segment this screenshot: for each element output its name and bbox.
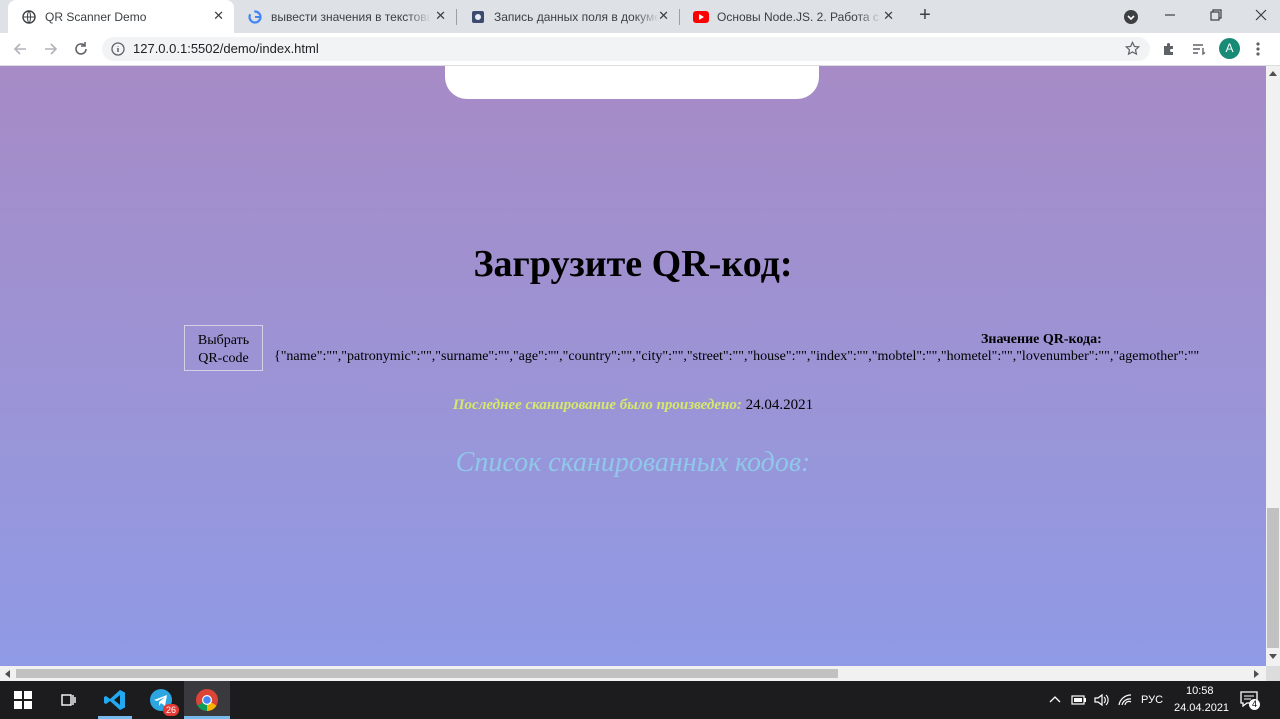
profile-avatar[interactable]: A — [1219, 38, 1240, 59]
page-content: Загрузите QR-код: Выбрать QR-code Значен… — [0, 66, 1266, 666]
extensions-button[interactable] — [1161, 41, 1177, 62]
site-info-icon[interactable] — [111, 42, 125, 61]
chrome-taskbar-button[interactable] — [184, 681, 230, 719]
windows-logo-icon — [14, 691, 32, 709]
close-icon — [1255, 9, 1267, 21]
close-window-button[interactable] — [1254, 8, 1268, 22]
close-tab-icon[interactable]: ✕ — [658, 9, 669, 23]
tab-title: Запись данных поля в докумен — [494, 9, 659, 24]
volume-icon[interactable] — [1094, 693, 1110, 707]
close-tab-icon[interactable]: ✕ — [213, 9, 224, 23]
reload-button[interactable] — [73, 41, 89, 62]
scroll-down-arrow-icon[interactable] — [1269, 654, 1277, 660]
tab-data-recording[interactable]: Запись данных поля в докумен ✕ — [457, 0, 679, 33]
reading-list-icon — [1193, 44, 1206, 56]
chrome-icon — [196, 689, 218, 711]
back-button[interactable] — [12, 41, 28, 62]
tab-qr-scanner-demo[interactable]: QR Scanner Demo ✕ — [8, 0, 234, 33]
start-button[interactable] — [0, 681, 46, 719]
qr-value-text: {"name":"","patronymic":"","surname":"",… — [274, 349, 1200, 364]
wifi-icon[interactable] — [1117, 693, 1133, 707]
telegram-taskbar-button[interactable]: 26 — [138, 681, 184, 719]
input-language-indicator[interactable]: РУС — [1141, 694, 1163, 706]
telegram-unread-badge: 26 — [163, 704, 180, 716]
arrow-left-icon — [13, 43, 26, 55]
battery-icon[interactable] — [1071, 694, 1087, 706]
tab-title: QR Scanner Demo — [45, 9, 147, 24]
new-tab-button[interactable]: + — [914, 4, 936, 26]
reading-list-button[interactable] — [1191, 41, 1207, 62]
choose-qr-button-line2: QR-code — [198, 351, 249, 366]
vertical-scroll-thumb[interactable] — [1267, 508, 1279, 648]
clock-time[interactable]: 10:58 — [1186, 685, 1214, 697]
close-tab-icon[interactable]: ✕ — [883, 9, 894, 23]
last-scan-row: Последнее сканирование было произведено:… — [0, 397, 1266, 414]
globe-icon — [21, 9, 37, 25]
scroll-left-arrow-icon[interactable] — [4, 670, 10, 678]
close-tab-icon[interactable]: ✕ — [435, 9, 446, 23]
tab-search-button[interactable] — [1124, 10, 1138, 24]
bookmark-star-icon[interactable] — [1124, 40, 1141, 61]
youtube-icon — [693, 9, 709, 25]
scroll-right-arrow-icon[interactable] — [1254, 670, 1260, 678]
tab-title: вывести значения в текстовый — [271, 9, 431, 24]
scrollbar-corner — [1266, 666, 1280, 681]
horizontal-scroll-thumb[interactable] — [16, 669, 838, 678]
action-center-button[interactable]: 4 — [1240, 691, 1261, 712]
url-text[interactable]: 127.0.0.1:5502/demo/index.html — [133, 41, 319, 56]
last-scan-date: 24.04.2021 — [745, 397, 814, 413]
browser-menu-button[interactable] — [1255, 41, 1261, 62]
clock-date[interactable]: 24.04.2021 — [1174, 702, 1229, 714]
arrow-right-icon — [45, 43, 58, 55]
chevron-down-icon — [1127, 15, 1135, 21]
scanner-card — [445, 66, 819, 99]
site-icon — [470, 9, 486, 25]
puzzle-icon — [1164, 43, 1173, 55]
tab-nodejs-video[interactable]: Основы Node.JS. 2. Работа с фа ✕ — [680, 0, 904, 33]
choose-qr-button[interactable]: Выбрать QR-code — [184, 325, 263, 371]
forward-button[interactable] — [43, 41, 59, 62]
restore-button[interactable] — [1209, 8, 1223, 22]
qr-value-label: Значение QR-кода: — [981, 332, 1102, 347]
reload-icon — [75, 42, 87, 55]
page-title: Загрузите QR-код: — [473, 243, 793, 285]
task-view-button[interactable] — [45, 681, 91, 719]
minimize-button[interactable] — [1163, 8, 1177, 22]
google-icon — [247, 9, 263, 25]
tab-strip: QR Scanner Demo ✕ вывести значения в тек… — [0, 0, 1280, 33]
choose-qr-button-line1: Выбрать — [197, 333, 250, 348]
vscode-icon — [104, 690, 125, 710]
task-view-icon — [61, 694, 76, 706]
notification-count-badge: 4 — [1249, 699, 1261, 710]
tab-title: Основы Node.JS. 2. Работа с фа — [717, 9, 882, 24]
minimize-icon — [1165, 14, 1175, 16]
last-scan-label: Последнее сканирование было произведено: — [452, 397, 742, 413]
vscode-taskbar-button[interactable] — [92, 681, 138, 719]
windows-taskbar: 26 РУС 10:58 24.04.2021 4 — [0, 681, 1280, 719]
scanned-list-title: Список сканированных кодов: — [455, 447, 811, 478]
more-vertical-icon — [1256, 42, 1260, 56]
restore-icon — [1210, 9, 1222, 21]
scroll-up-arrow-icon[interactable] — [1269, 70, 1277, 76]
show-hidden-icons-icon[interactable] — [1049, 695, 1061, 703]
tab-google-search[interactable]: вывести значения в текстовый ✕ — [234, 0, 456, 33]
